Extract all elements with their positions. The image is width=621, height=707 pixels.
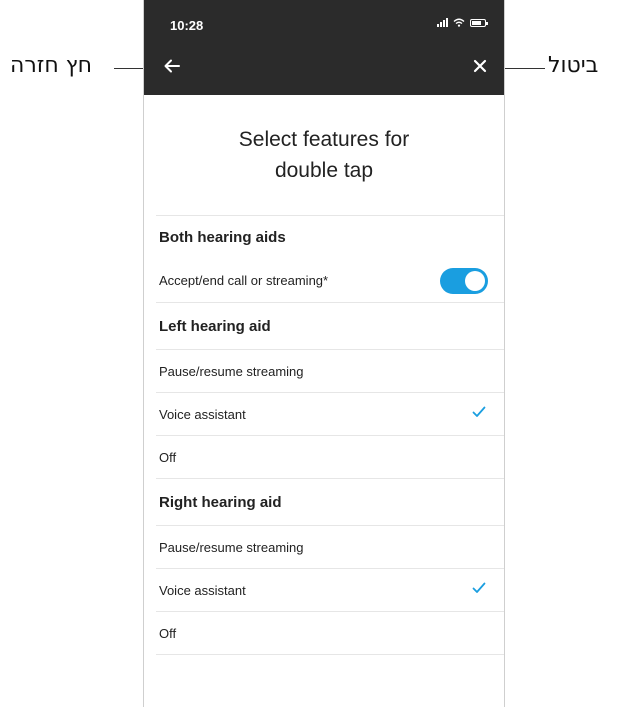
option-label: Off bbox=[159, 449, 177, 465]
option-label: Voice assistant bbox=[159, 582, 246, 598]
list-item-label: Accept/end call or streaming* bbox=[159, 273, 329, 288]
check-icon bbox=[472, 582, 486, 593]
page-title-line-2: double tap bbox=[274, 159, 374, 182]
left-option-off[interactable]: Off bbox=[156, 435, 504, 478]
wifi-icon bbox=[453, 18, 465, 27]
arrow-left-icon bbox=[164, 59, 180, 73]
signal-icon bbox=[437, 18, 448, 27]
page-title: Select features for double tap bbox=[144, 124, 504, 186]
list-item-accept-call[interactable]: Accept/end call or streaming* bbox=[156, 259, 504, 302]
status-icons bbox=[437, 18, 488, 27]
battery-icon bbox=[470, 18, 488, 27]
left-option-pause[interactable]: Pause/resume streaming bbox=[156, 349, 504, 392]
cancel-callout-leader bbox=[503, 68, 545, 69]
option-label: Voice assistant bbox=[159, 406, 246, 422]
page-title-line-1: Select features for bbox=[238, 128, 410, 151]
right-option-pause[interactable]: Pause/resume streaming bbox=[156, 525, 504, 568]
close-icon bbox=[473, 59, 487, 73]
option-label: Pause/resume streaming bbox=[159, 363, 304, 379]
check-icon bbox=[472, 406, 486, 417]
list-end-divider bbox=[156, 654, 504, 655]
option-label: Pause/resume streaming bbox=[159, 539, 304, 555]
option-label: Off bbox=[159, 625, 177, 641]
feature-list: Both hearing aids Accept/end call or str… bbox=[156, 215, 504, 655]
section-header-both: Both hearing aids bbox=[156, 215, 504, 259]
right-option-off[interactable]: Off bbox=[156, 611, 504, 654]
section-header-right: Right hearing aid bbox=[156, 478, 504, 525]
status-time: 10:28 bbox=[170, 18, 204, 33]
back-button[interactable] bbox=[158, 52, 186, 80]
phone-screen: 10:28 Select features for double tap Bot… bbox=[143, 0, 505, 707]
top-app-bar: 10:28 bbox=[144, 0, 504, 95]
back-callout-leader bbox=[114, 68, 146, 69]
back-arrow-callout: חץ חזרה bbox=[10, 53, 93, 78]
accept-call-toggle[interactable] bbox=[440, 268, 488, 294]
cancel-callout: ביטול bbox=[548, 53, 599, 78]
left-option-voice[interactable]: Voice assistant bbox=[156, 392, 504, 435]
section-header-left: Left hearing aid bbox=[156, 302, 504, 349]
close-button[interactable] bbox=[466, 52, 494, 80]
right-option-voice[interactable]: Voice assistant bbox=[156, 568, 504, 611]
toggle-knob bbox=[465, 271, 485, 291]
